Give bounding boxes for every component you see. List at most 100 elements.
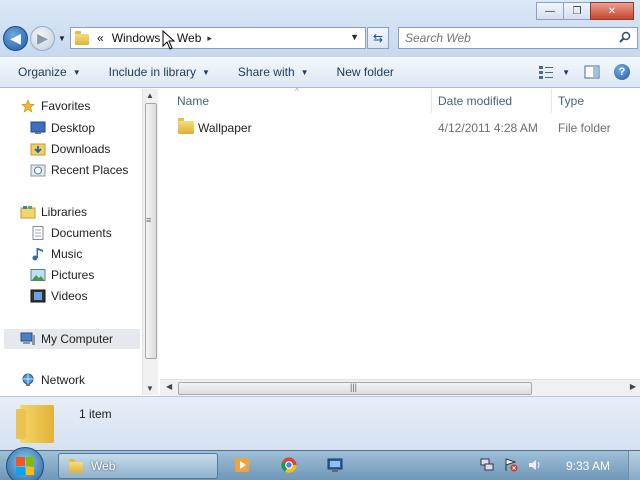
column-header-date-modified[interactable]: Date modified <box>432 89 552 113</box>
star-icon <box>21 99 35 113</box>
sidebar-item-desktop[interactable]: Desktop <box>30 121 95 135</box>
column-date-label: Date modified <box>438 94 513 108</box>
clock[interactable]: 9:33 AM <box>566 459 610 473</box>
scroll-grip-icon: ≡ <box>146 215 152 225</box>
column-header-name[interactable]: Name ^ <box>160 87 432 113</box>
column-type-label: Type <box>558 94 585 108</box>
window-controls: — ❐ ✕ <box>536 2 634 20</box>
pictures-icon <box>30 269 46 281</box>
column-header-type[interactable]: Type <box>552 89 640 113</box>
help-icon[interactable]: ? <box>614 64 630 80</box>
network-icon <box>22 373 34 386</box>
details-pane: 1 item <box>0 396 640 450</box>
folder-icon <box>75 30 89 45</box>
file-row[interactable]: Wallpaper 4/12/2011 4:28 AM File folder <box>160 117 640 139</box>
downloads-icon <box>30 143 46 156</box>
view-dropdown-icon[interactable]: ▼ <box>562 68 570 77</box>
organize-menu[interactable]: Organize ▼ <box>0 65 91 79</box>
taskbar: Web 9:33 AM <box>0 447 640 480</box>
back-button[interactable]: ◀ <box>3 26 28 51</box>
windows-logo-icon <box>16 457 34 475</box>
sort-ascending-icon: ^ <box>295 87 299 96</box>
breadcrumb-windows[interactable]: Windows <box>112 31 161 45</box>
scroll-up-icon[interactable]: ▲ <box>146 91 154 100</box>
sidebar-item-my-computer[interactable]: My Computer <box>4 329 140 349</box>
system-tray <box>480 458 552 472</box>
mouse-cursor-icon <box>162 30 176 50</box>
address-bar[interactable]: « Windows ▸ Web ▸ ▼ <box>70 27 366 49</box>
action-center-icon[interactable] <box>504 458 518 472</box>
address-overflow-button[interactable]: « <box>97 31 104 45</box>
chrome-icon[interactable] <box>281 457 297 473</box>
show-desktop-button[interactable] <box>628 451 640 480</box>
maximize-button[interactable]: ❐ <box>563 2 591 20</box>
address-dropdown-icon[interactable]: ▼ <box>350 32 359 42</box>
close-button[interactable]: ✕ <box>590 2 634 20</box>
taskbar-button-label: Web <box>91 459 116 473</box>
window-header: — ❐ ✕ ◀ ▶ ▼ « Windows ▸ Web ▸ ▼ ⇆ <box>0 0 640 56</box>
start-button[interactable] <box>6 447 44 480</box>
file-name: Wallpaper <box>198 121 252 135</box>
change-view-icon[interactable] <box>538 64 554 80</box>
preview-pane-icon[interactable] <box>584 64 600 80</box>
sidebar-item-documents[interactable]: Documents <box>30 226 112 240</box>
chevron-down-icon: ▼ <box>72 67 81 77</box>
search-box[interactable] <box>398 27 638 49</box>
chevron-down-icon: ▼ <box>300 67 309 77</box>
taskbar-button-web[interactable]: Web <box>58 453 218 479</box>
sidebar-item-favorites[interactable]: Favorites <box>20 99 90 113</box>
refresh-button[interactable]: ⇆ <box>367 27 389 49</box>
sidebar-item-recent-places[interactable]: Recent Places <box>30 163 128 177</box>
recent-pages-dropdown-icon[interactable]: ▼ <box>58 34 66 43</box>
navigation-scrollbar[interactable]: ▲ ≡ ▼ <box>142 89 158 395</box>
computer-icon <box>20 332 35 345</box>
navigation-pane: Favorites Desktop Downloads Recent Place… <box>0 89 142 395</box>
breadcrumb-separator-icon[interactable]: ▸ <box>207 33 212 44</box>
network-monitor-icon[interactable] <box>327 457 343 473</box>
share-with-label: Share with <box>237 65 295 79</box>
scroll-down-icon[interactable]: ▼ <box>146 384 154 393</box>
sidebar-item-music[interactable]: Music <box>30 247 82 261</box>
search-icon[interactable] <box>619 31 631 43</box>
command-bar: Organize ▼ Include in library ▼ Share with… <box>0 56 640 88</box>
documents-icon <box>32 226 44 240</box>
sidebar-item-videos[interactable]: Videos <box>30 289 87 303</box>
scroll-right-icon[interactable]: ▶ <box>630 382 636 391</box>
organize-label: Organize <box>18 65 67 79</box>
share-with-menu[interactable]: Share with ▼ <box>220 65 319 79</box>
documents-label: Documents <box>51 226 112 240</box>
include-in-library-menu[interactable]: Include in library ▼ <box>91 65 220 79</box>
chevron-down-icon: ▼ <box>202 67 210 77</box>
sidebar-item-downloads[interactable]: Downloads <box>30 142 110 156</box>
search-input[interactable] <box>405 31 605 45</box>
sidebar-item-pictures[interactable]: Pictures <box>30 268 94 282</box>
network-tray-icon[interactable] <box>480 458 494 472</box>
file-list-horizontal-scrollbar[interactable]: ◀ ||| ▶ <box>160 379 640 396</box>
pictures-label: Pictures <box>51 268 95 282</box>
desktop-label: Desktop <box>51 121 96 135</box>
navigation-scroll-thumb[interactable] <box>145 103 157 359</box>
favorites-label: Favorites <box>41 99 91 113</box>
videos-label: Videos <box>51 289 88 303</box>
my-computer-label: My Computer <box>41 332 114 346</box>
folder-icon <box>178 118 194 134</box>
scroll-grip-icon: ||| <box>350 382 358 392</box>
new-folder-button[interactable]: New folder <box>319 65 404 79</box>
minimize-button[interactable]: — <box>536 2 564 20</box>
forward-button[interactable]: ▶ <box>30 26 55 51</box>
breadcrumb-web[interactable]: Web <box>177 31 201 45</box>
new-folder-label: New folder <box>336 65 394 79</box>
folder-icon <box>69 458 83 473</box>
item-count: 1 item <box>79 407 112 421</box>
folder-icon <box>16 405 54 443</box>
libraries-label: Libraries <box>41 205 88 219</box>
sidebar-item-libraries[interactable]: Libraries <box>20 205 87 219</box>
libraries-icon <box>20 206 36 219</box>
scroll-left-icon[interactable]: ◀ <box>166 382 172 391</box>
media-player-icon[interactable] <box>234 457 250 473</box>
videos-icon <box>30 289 46 303</box>
volume-icon[interactable] <box>528 458 542 472</box>
include-in-library-label: Include in library <box>108 65 196 79</box>
sidebar-item-network[interactable]: Network <box>20 373 85 387</box>
music-icon <box>32 248 43 261</box>
